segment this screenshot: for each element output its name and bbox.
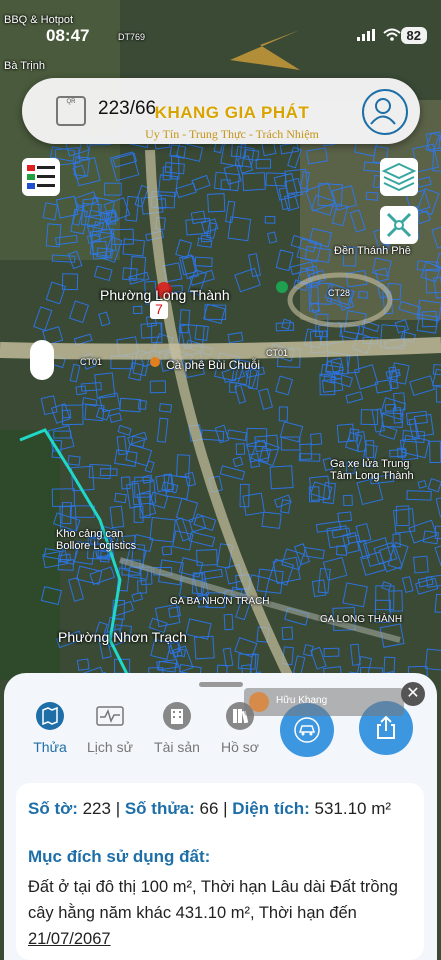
layers-icon xyxy=(381,162,417,192)
status-bar: 08:47 82 xyxy=(0,22,441,50)
status-time: 08:47 xyxy=(46,26,90,45)
map-label-bbq: BBQ & Hotpot xyxy=(4,14,74,26)
chat-name: Hữu Khang xyxy=(276,695,328,706)
tab-tai-san[interactable]: Tài sản xyxy=(147,701,207,755)
muc-dich-text: Đất ở tại đô thị 100 m², Thời hạn Lâu dà… xyxy=(28,878,398,922)
map-icon xyxy=(35,701,65,731)
map-label-ga-nhon-trach: GA BA NHƠN TRẠCH xyxy=(170,596,270,607)
so-to-value: 223 xyxy=(82,799,111,818)
brand-slogan: Uy Tín - Trung Thực - Trách Nhiệm xyxy=(145,127,319,141)
battery-indicator: 82 xyxy=(400,27,427,44)
tab-thua-label: Thửa xyxy=(33,739,67,755)
map-layers-button[interactable] xyxy=(380,158,418,196)
map-label-cafe: Cà phê Bùi Chuỗi xyxy=(166,358,261,372)
car-icon xyxy=(294,717,320,743)
side-drawer-handle[interactable] xyxy=(30,340,54,380)
close-icon: ✕ xyxy=(406,685,420,702)
map-label-temple: Đền Thánh Phê xyxy=(334,245,411,257)
tab-tai-san-label: Tài sản xyxy=(154,739,200,755)
map-label-gas-station: Ga xe lửa Trung Tâm Long Thành xyxy=(330,458,414,482)
parcel-marker[interactable]: 7 xyxy=(150,301,168,319)
building-icon xyxy=(162,701,192,731)
parcel-summary: Số tờ: 223 | Số thửa: 66 | Diện tích: 53… xyxy=(28,799,392,818)
map-label-ct01-west: CT01 xyxy=(80,357,103,367)
chat-avatar xyxy=(249,692,269,712)
chat-bubble[interactable]: Hữu Khang xyxy=(244,688,404,716)
muc-dich-value: Đất ở tại đô thị 100 m², Thời hạn Lâu dà… xyxy=(28,874,416,952)
status-icons xyxy=(357,28,401,41)
brand-name: KHANG GIA PHÁT xyxy=(154,103,310,122)
dien-tich-value: 531.10 m² xyxy=(314,799,392,818)
tab-thua[interactable]: Thửa xyxy=(20,701,80,755)
tab-ho-so-label: Hồ sơ xyxy=(221,739,259,755)
map-label-ct01-east: CT01 xyxy=(266,348,289,358)
map-label-ward-nhon-trach: Phường Nhơn Trạch xyxy=(58,629,187,645)
share-icon xyxy=(377,715,395,739)
tab-lich-su[interactable]: Lịch sử xyxy=(80,701,140,755)
legend-icon xyxy=(27,165,55,189)
search-bar[interactable]: QR 223/66 KHANG GIA PHÁT Uy Tín - Trung … xyxy=(22,78,420,144)
measure-tool-button[interactable] xyxy=(380,206,418,244)
muc-dich-label: Mục đích sử dụng đất: xyxy=(28,847,211,866)
signal-icon xyxy=(357,28,375,41)
panel-grabber[interactable] xyxy=(199,682,243,687)
crossing-tools-icon xyxy=(386,212,412,238)
map-label-ba-trinh: Bà Trịnh xyxy=(4,60,45,72)
map-label-ga-long-thanh: GA LONG THÀNH xyxy=(320,614,403,625)
map-label-port: Kho cảng cạn Bollore Logistics xyxy=(56,528,137,552)
wifi-icon xyxy=(383,28,401,41)
han-den-value: 21/07/2067 xyxy=(28,930,111,948)
map-label-dt769: DT769 xyxy=(118,32,146,42)
user-profile-button[interactable] xyxy=(362,89,408,135)
qr-scan-icon[interactable]: QR xyxy=(56,96,86,126)
so-to-label: Số tờ: xyxy=(28,799,78,818)
so-thua-label: Số thửa: xyxy=(124,799,195,818)
so-thua-value: 66 xyxy=(199,799,219,818)
user-icon xyxy=(370,98,396,125)
parcel-details-card: Số tờ: 223 | Số thửa: 66 | Diện tích: 53… xyxy=(16,783,424,960)
chart-icon xyxy=(95,701,125,731)
map-label-ct28: CT28 xyxy=(328,288,351,298)
close-chat-button[interactable]: ✕ xyxy=(401,682,425,706)
tab-lich-su-label: Lịch sử xyxy=(87,739,133,755)
legend-button[interactable] xyxy=(22,158,60,196)
dien-tich-label: Diện tích: xyxy=(232,799,310,818)
